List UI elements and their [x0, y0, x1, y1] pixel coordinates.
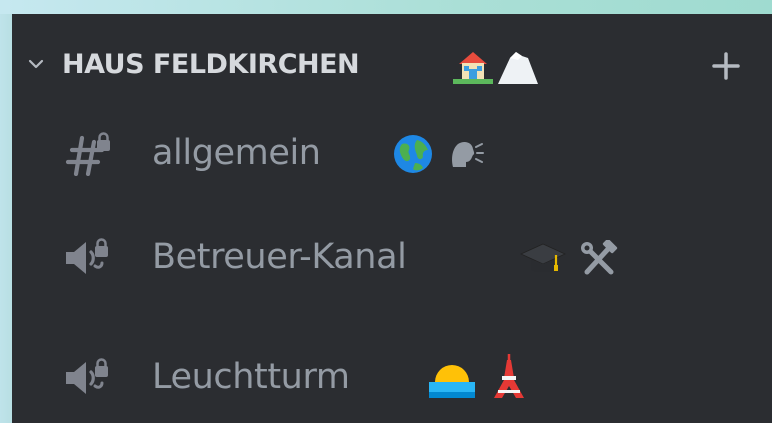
chevron-down-icon[interactable]	[26, 54, 46, 74]
channel-label: Betreuer-Kanal	[152, 237, 407, 277]
snow-mountain-emoji	[498, 52, 538, 84]
plus-icon[interactable]	[706, 46, 746, 86]
channel-item-leuchtturm[interactable]: Leuchtturm	[12, 338, 772, 418]
channel-item-betreuer-kanal[interactable]: Betreuer-Kanal	[12, 218, 772, 298]
tower-emoji	[494, 354, 524, 398]
category-title: HAUS FELDKIRCHEN	[62, 49, 360, 80]
hammer-wrench-emoji	[581, 240, 618, 275]
channel-label: allgemein	[152, 133, 321, 173]
category-header[interactable]: HAUS FELDKIRCHEN	[12, 30, 772, 96]
channel-label: Leuchtturm	[152, 357, 350, 397]
channel-sidebar: HAUS FELDKIRCHEN allgemein Betreuer-Kana…	[12, 14, 772, 423]
locked-text-channel-icon	[65, 132, 110, 176]
globe-emoji	[394, 135, 432, 173]
locked-voice-channel-icon	[66, 358, 108, 394]
locked-voice-channel-icon	[66, 238, 108, 274]
graduation-cap-emoji	[520, 243, 566, 272]
house-emoji	[453, 52, 493, 84]
sunrise-emoji	[429, 365, 475, 398]
speaking-head-emoji	[452, 141, 484, 167]
window-background	[0, 0, 772, 14]
channel-item-allgemein[interactable]: allgemein	[12, 114, 772, 194]
